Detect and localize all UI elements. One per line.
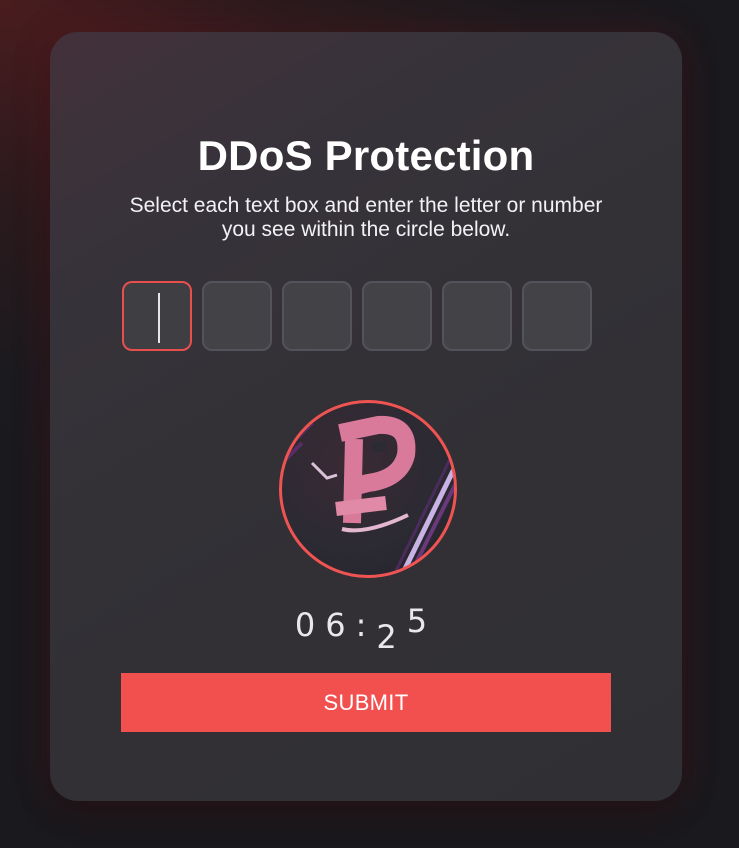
code-input-3[interactable] [282, 281, 352, 351]
code-input-4[interactable] [362, 281, 432, 351]
code-input-group [122, 281, 612, 353]
captcha-glyph-graphic [282, 415, 454, 575]
submit-button[interactable]: SUBMIT [121, 673, 611, 732]
ddos-protection-card: DDoS Protection Select each text box and… [50, 32, 682, 801]
timer-digit: 5 [406, 602, 438, 640]
code-input-1[interactable] [122, 281, 192, 351]
code-input-5[interactable] [442, 281, 512, 351]
timer-digit: 0 [294, 606, 326, 644]
text-caret [158, 293, 160, 343]
timer-digit: 6 [325, 606, 356, 644]
timer-separator: : [355, 606, 377, 644]
code-input-2[interactable] [202, 281, 272, 351]
instructions-text: Select each text box and enter the lette… [129, 194, 603, 241]
timer-digit: 2 [376, 618, 407, 656]
page-title: DDoS Protection [197, 132, 535, 179]
code-input-6[interactable] [522, 281, 592, 351]
countdown-timer: 06:25 [50, 602, 682, 656]
captcha-image [279, 400, 457, 578]
